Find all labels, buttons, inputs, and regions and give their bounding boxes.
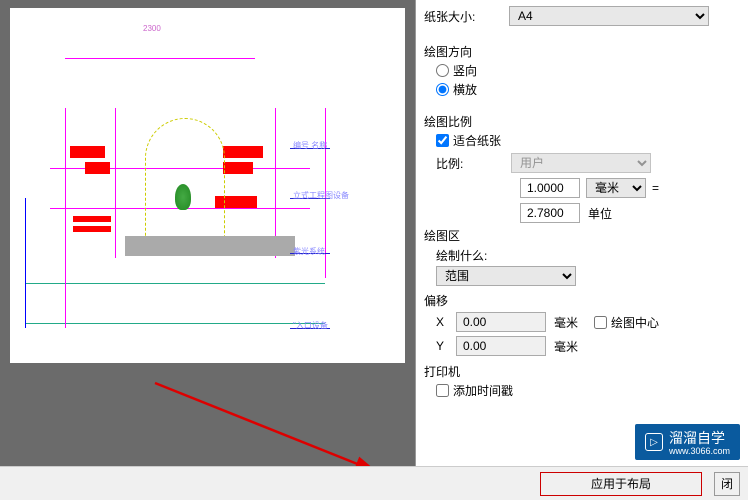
printer-section: 打印机 [424, 363, 740, 380]
offset-y-unit: 毫米 [554, 338, 578, 355]
landscape-radio[interactable] [436, 83, 449, 96]
area-what-label: 绘制什么: [436, 247, 740, 264]
timestamp-checkbox[interactable] [436, 384, 449, 397]
scale-value2-input[interactable] [520, 203, 580, 223]
paper-size-label: 纸张大小: [424, 8, 509, 25]
cad-label: 立式工程图设备 [293, 190, 349, 201]
fit-paper-label: 适合纸张 [453, 132, 501, 149]
cad-label: 紫光系统 [293, 246, 325, 257]
watermark-url: www.3066.com [669, 446, 730, 456]
equals-text: = [652, 181, 659, 195]
watermark: ▷ 溜溜自学 www.3066.com [635, 424, 740, 460]
offset-y-label: Y [436, 339, 456, 353]
scale-unit1-select[interactable]: 毫米 [586, 178, 646, 198]
offset-x-input[interactable] [456, 312, 546, 332]
fit-paper-checkbox[interactable] [436, 134, 449, 147]
offset-x-label: X [436, 315, 456, 329]
scale-unit2-label: 单位 [588, 205, 612, 222]
apply-layout-button[interactable]: 应用于布局 [540, 472, 702, 496]
landscape-label: 横放 [453, 81, 477, 98]
cad-label: "入口设备 [293, 320, 328, 331]
play-icon: ▷ [645, 433, 663, 451]
scale-section: 绘图比例 [424, 113, 740, 130]
paper-size-select[interactable]: A4 [509, 6, 709, 26]
ratio-select: 用户 [511, 153, 651, 173]
portrait-radio[interactable] [436, 64, 449, 77]
drawing-preview: 编号 名称 立式工程图设备 紫光系统 "入口设备 2300 [10, 8, 405, 363]
offset-x-unit: 毫米 [554, 314, 578, 331]
orientation-section: 绘图方向 [424, 43, 740, 60]
ratio-label: 比例: [436, 155, 511, 172]
portrait-label: 竖向 [453, 62, 477, 79]
button-bar: 应用于布局 闭 [0, 466, 748, 500]
timestamp-label: 添加时间戳 [453, 382, 513, 399]
offset-y-input[interactable] [456, 336, 546, 356]
offset-section: 偏移 [424, 292, 740, 309]
area-what-select[interactable]: 范围 [436, 266, 576, 286]
watermark-brand: 溜溜自学 [669, 430, 725, 446]
cad-label: 编号 名称 [293, 140, 327, 151]
close-button[interactable]: 闭 [714, 472, 740, 496]
preview-pane: 编号 名称 立式工程图设备 紫光系统 "入口设备 2300 [0, 0, 415, 500]
area-section: 绘图区 [424, 227, 740, 244]
center-checkbox[interactable] [594, 316, 607, 329]
center-label: 绘图中心 [611, 314, 659, 331]
scale-value1-input[interactable] [520, 178, 580, 198]
